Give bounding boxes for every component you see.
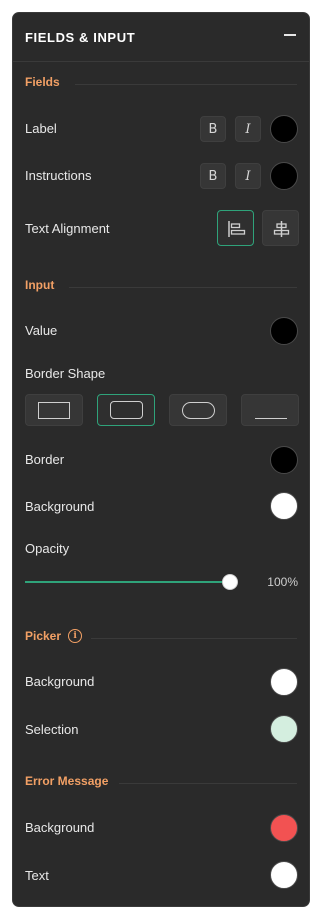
opacity-slider-thumb[interactable] (222, 574, 238, 590)
section-divider (119, 783, 297, 784)
picker-background-label: Background (25, 674, 95, 689)
input-background-label: Background (25, 499, 95, 514)
underline-shape-icon (255, 418, 287, 419)
align-center-icon (273, 221, 290, 237)
border-color-swatch[interactable] (270, 446, 298, 474)
rounded-shape-icon (110, 401, 143, 419)
section-title-picker: Picker i (25, 629, 83, 643)
border-shape-rounded-button[interactable] (97, 394, 155, 426)
label-bold-button[interactable]: B (200, 116, 226, 142)
border-shape-square-button[interactable] (25, 394, 83, 426)
panel-header: FIELDS & INPUT (13, 13, 309, 62)
error-text-label: Text (25, 868, 49, 883)
error-background-label: Background (25, 820, 95, 835)
picker-background-swatch[interactable] (270, 668, 298, 696)
border-shape-pill-button[interactable] (169, 394, 227, 426)
label-row-label: Label (25, 121, 57, 136)
value-color-swatch[interactable] (270, 317, 298, 345)
section-divider (75, 84, 297, 85)
align-left-icon (228, 221, 246, 237)
panel-title: FIELDS & INPUT (25, 30, 136, 45)
opacity-slider-track (25, 581, 234, 583)
instructions-bold-button[interactable]: B (200, 163, 226, 189)
label-italic-button[interactable]: I (235, 116, 261, 142)
value-row-label: Value (25, 323, 58, 338)
section-title-fields: Fields (25, 75, 60, 89)
align-left-button[interactable] (217, 210, 254, 246)
pill-shape-icon (182, 402, 215, 419)
instructions-color-swatch[interactable] (270, 162, 298, 190)
picker-selection-label: Selection (25, 722, 79, 737)
border-shape-label: Border Shape (25, 366, 106, 381)
picker-selection-swatch[interactable] (270, 715, 298, 743)
fields-input-panel: FIELDS & INPUT Fields Label B I Instruct… (12, 12, 310, 907)
error-text-swatch[interactable] (270, 861, 298, 889)
collapse-button[interactable] (281, 26, 299, 44)
section-divider (69, 287, 297, 288)
instructions-italic-button[interactable]: I (235, 163, 261, 189)
border-shape-underline-button[interactable] (241, 394, 299, 426)
info-icon[interactable]: i (68, 629, 83, 643)
text-alignment-label: Text Alignment (25, 221, 110, 236)
opacity-value: 100% (267, 575, 298, 589)
section-divider (91, 638, 297, 639)
square-shape-icon (38, 402, 70, 419)
border-row-label: Border (25, 452, 65, 467)
section-title-input: Input (25, 278, 55, 292)
align-center-button[interactable] (262, 210, 299, 246)
input-background-swatch[interactable] (270, 492, 298, 520)
label-color-swatch[interactable] (270, 115, 298, 143)
opacity-label: Opacity (25, 541, 70, 556)
section-title-error-message: Error Message (25, 774, 109, 788)
picker-title-text: Picker (25, 629, 62, 643)
opacity-slider[interactable] (25, 574, 238, 590)
instructions-row-label: Instructions (25, 168, 92, 183)
error-background-swatch[interactable] (270, 814, 298, 842)
